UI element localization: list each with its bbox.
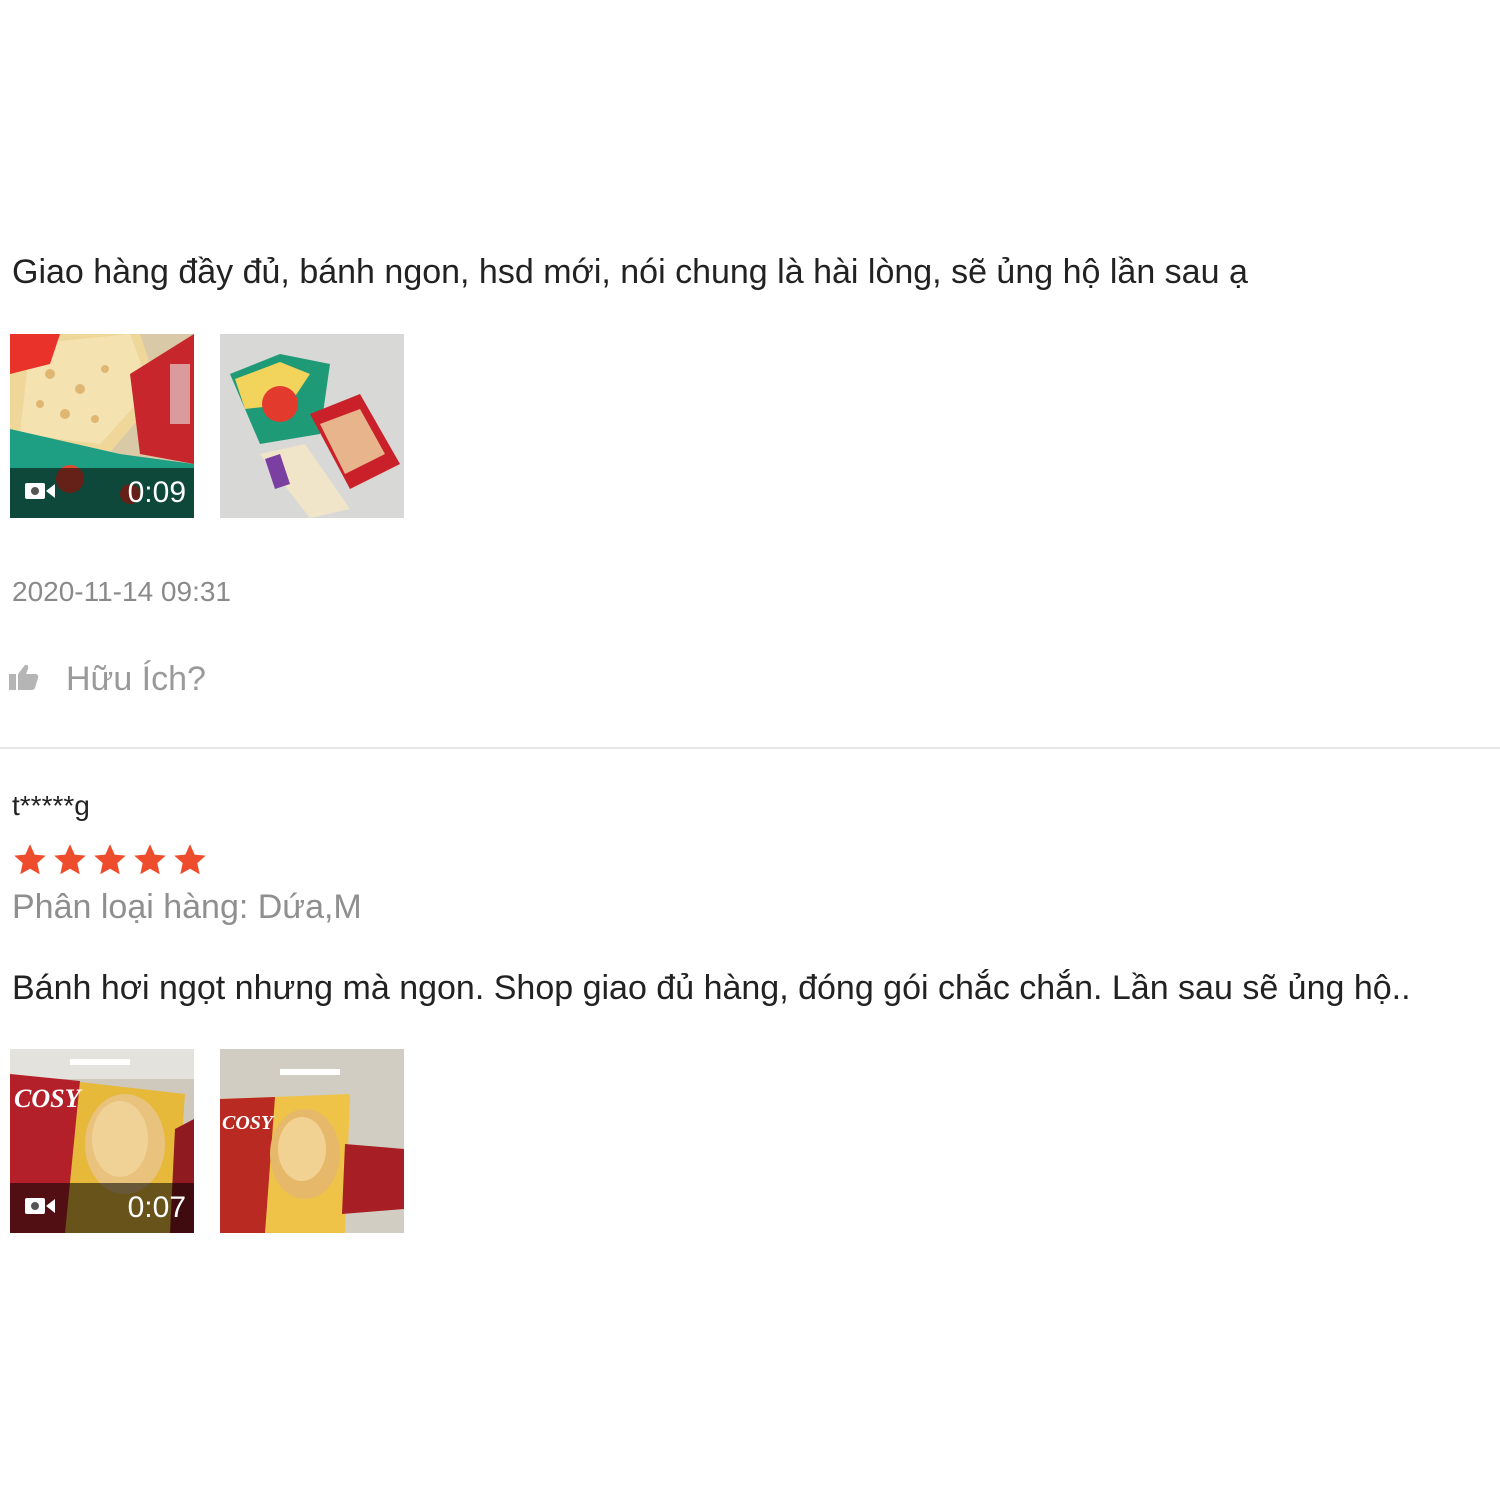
brand-logo: COSY <box>14 1084 83 1113</box>
cosy-box-photo: COSY <box>220 1049 404 1233</box>
helpful-label: Hữu Ích? <box>66 660 206 698</box>
star-icon <box>134 844 166 875</box>
video-camera-icon <box>24 1196 56 1221</box>
helpful-button[interactable]: Hữu Ích? <box>8 660 206 699</box>
review-timestamp: 2020-11-14 09:31 <box>12 576 231 607</box>
video-duration: 0:07 <box>127 1191 186 1224</box>
review-media-list: COSY 0:07 COSY <box>10 1049 404 1233</box>
video-camera-icon <box>24 481 56 506</box>
star-icon <box>14 844 46 875</box>
review-video-thumbnail[interactable]: 0:09 <box>10 334 194 518</box>
snack-packs-photo <box>220 334 404 518</box>
video-overlay: 0:07 <box>10 1183 194 1233</box>
star-icon <box>94 844 126 875</box>
rating-stars <box>12 842 208 878</box>
review-comment: Bánh hơi ngọt nhưng mà ngon. Shop giao đ… <box>12 969 1411 1007</box>
thumbs-up-icon <box>8 663 40 696</box>
star-icon <box>174 844 206 875</box>
review-image-thumbnail[interactable]: COSY <box>220 1049 404 1233</box>
video-overlay: 0:09 <box>10 468 194 518</box>
brand-logo: COSY <box>222 1112 275 1134</box>
product-variant: Phân loại hàng: Dứa,M <box>12 888 362 926</box>
reviewer-username: t*****g <box>12 790 90 821</box>
review-video-thumbnail[interactable]: COSY 0:07 <box>10 1049 194 1233</box>
review-media-list: 0:09 <box>10 334 404 518</box>
review-comment: Giao hàng đầy đủ, bánh ngon, hsd mới, nó… <box>12 253 1248 291</box>
review-image-thumbnail[interactable] <box>220 334 404 518</box>
video-duration: 0:09 <box>127 476 186 509</box>
review-divider <box>0 747 1500 749</box>
star-icon <box>54 844 86 875</box>
